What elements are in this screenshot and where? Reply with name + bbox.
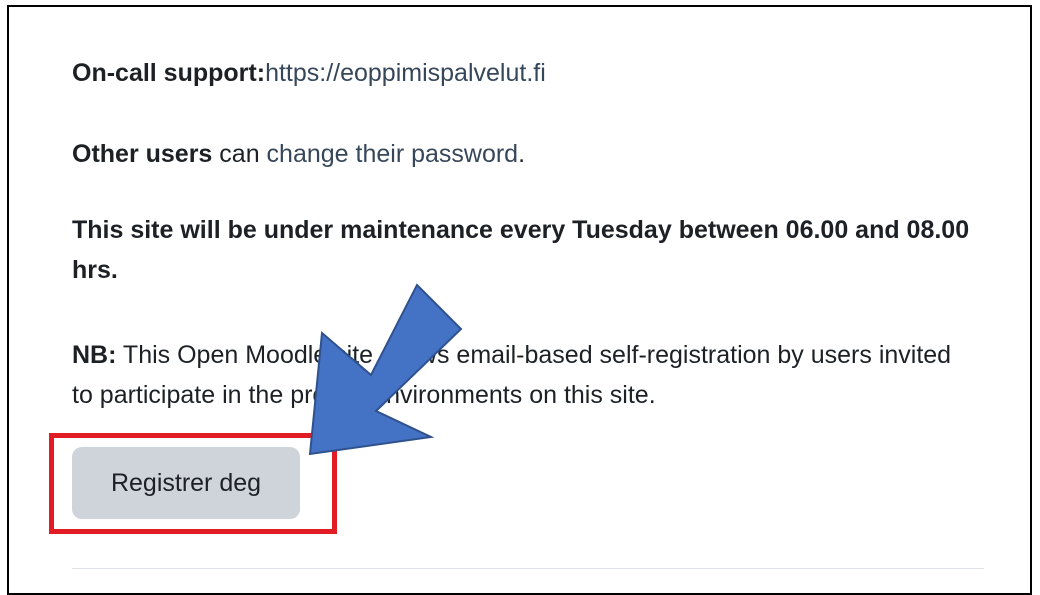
note-text: This Open Moodle site allows email-based… (72, 341, 952, 409)
password-middle-text: can (212, 140, 267, 168)
register-highlight-box (49, 433, 337, 534)
change-password-link[interactable]: change their password (267, 140, 519, 168)
maintenance-notice: This site will be under maintenance ever… (72, 216, 970, 284)
password-line: Other users can change their password. (72, 134, 525, 174)
password-end-text: . (518, 140, 526, 168)
section-divider (72, 568, 984, 569)
note-label: NB: (72, 341, 117, 369)
self-registration-note: NB: This Open Moodle site allows email-b… (72, 335, 972, 415)
support-line: On-call support:https://eoppimispalvelut… (72, 53, 546, 93)
support-label: On-call support: (72, 59, 266, 87)
other-users-label: Other users (72, 140, 213, 168)
support-link[interactable]: https://eoppimispalvelut.fi (265, 59, 546, 87)
